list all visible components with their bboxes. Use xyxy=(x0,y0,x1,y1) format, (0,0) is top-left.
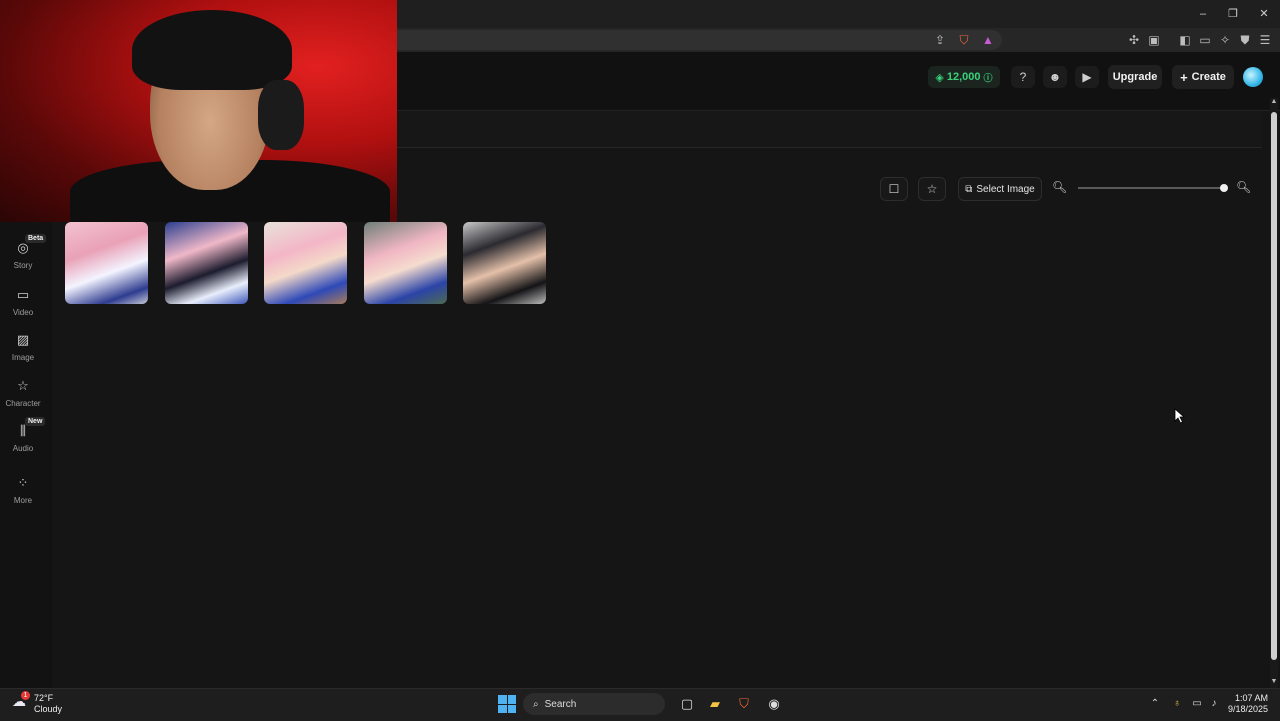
gallery-thumbnail[interactable] xyxy=(264,222,347,304)
restore-icon[interactable]: ❐ xyxy=(1224,6,1242,22)
windows-start-icon[interactable] xyxy=(498,695,516,713)
sidebar-item-image[interactable]: ▨ Image xyxy=(0,332,46,362)
gallery-thumbnail[interactable] xyxy=(463,222,546,304)
avatar[interactable] xyxy=(1243,67,1263,87)
sidebar-toggle-icon[interactable]: ◧ xyxy=(1177,32,1193,48)
help-icon[interactable]: ? xyxy=(1011,66,1035,88)
weather-alert-badge: 1 xyxy=(21,691,30,700)
gallery-thumbnail[interactable] xyxy=(165,222,248,304)
credits-badge[interactable]: ◈ 12,000 ⓘ xyxy=(928,66,1000,88)
sidebar-item-character[interactable]: ☆ Character xyxy=(0,378,46,408)
close-icon[interactable]: ✕ xyxy=(1255,6,1273,22)
character-icon: ☆ xyxy=(17,378,29,393)
image-icon: ▨ xyxy=(16,332,30,347)
sidebar-item-label: Image xyxy=(11,353,35,362)
obs-icon[interactable]: ◉ xyxy=(765,695,783,713)
search-icon: ⌕ xyxy=(533,698,539,710)
scroll-down-icon[interactable]: ▼ xyxy=(1270,678,1278,688)
favorites-star-icon[interactable]: ☆ xyxy=(918,177,946,201)
weather-temperature: 72°F xyxy=(34,693,54,703)
new-badge: New xyxy=(25,417,46,426)
tutorial-video-icon[interactable]: ▶ xyxy=(1075,66,1099,88)
brave-shield-icon[interactable]: ⛉ xyxy=(956,32,972,48)
vpn-icon[interactable]: ⛊ xyxy=(1237,32,1253,48)
sidebar-item-video[interactable]: ▭ Video xyxy=(0,287,46,317)
sidebar-item-audio[interactable]: ⫼ Audio xyxy=(0,423,46,453)
leo-ai-icon[interactable]: ✧ xyxy=(1217,32,1233,48)
wallet-icon[interactable]: ▭ xyxy=(1197,32,1213,48)
video-icon: ▭ xyxy=(16,287,30,302)
select-image-icon: ⧉ xyxy=(965,183,973,195)
headset-icon xyxy=(258,80,304,150)
create-button[interactable]: + Create xyxy=(1172,65,1234,89)
sidebar-item-label: Video xyxy=(12,308,34,317)
network-icon[interactable]: ▭ xyxy=(1190,697,1204,711)
weather-condition: Cloudy xyxy=(34,704,63,714)
zoom-slider[interactable] xyxy=(1078,187,1226,189)
plus-icon: + xyxy=(1180,69,1188,85)
gallery-thumbnail[interactable] xyxy=(364,222,447,304)
sidebar: ◎ Story Beta ▭ Video ▨ Image ☆ Character… xyxy=(0,222,52,688)
gem-icon: ◈ xyxy=(935,71,944,84)
zoom-in-icon[interactable]: 🔍︎ xyxy=(1236,180,1251,194)
beta-badge: Beta xyxy=(25,234,47,243)
tab-search-icon[interactable]: ▣ xyxy=(1146,32,1162,48)
clock-time[interactable]: 1:07 AM xyxy=(1230,693,1268,703)
webcam-overlay xyxy=(0,0,397,222)
scrollbar-thumb[interactable] xyxy=(1271,112,1277,660)
info-icon: ⓘ xyxy=(983,72,993,83)
chevron-up-icon[interactable]: ⌃ xyxy=(1148,697,1162,711)
sidebar-item-story[interactable]: ◎ Story xyxy=(0,240,46,270)
file-explorer-icon[interactable]: ▰ xyxy=(706,695,724,713)
microphone-icon[interactable]: ♁ xyxy=(1170,697,1184,711)
sidebar-item-more[interactable]: ⁘ More xyxy=(0,475,46,505)
taskbar-search[interactable]: ⌕ Search xyxy=(523,693,665,715)
share-icon[interactable]: ⇪ xyxy=(932,32,948,48)
sidebar-item-label: Audio xyxy=(12,444,34,453)
mouse-cursor-icon xyxy=(1174,408,1186,424)
clock-date[interactable]: 9/18/2025 xyxy=(1222,704,1268,714)
sidebar-item-label: More xyxy=(13,496,33,505)
create-label: Create xyxy=(1191,71,1226,83)
menu-icon[interactable]: ☰ xyxy=(1257,32,1273,48)
sidebar-item-label: Character xyxy=(5,399,41,408)
gallery-thumbnail[interactable] xyxy=(65,222,148,304)
brave-browser-icon[interactable]: ⛉ xyxy=(735,695,753,713)
upgrade-button[interactable]: Upgrade xyxy=(1108,65,1162,89)
discord-icon[interactable]: ☻ xyxy=(1043,66,1067,88)
minimize-icon[interactable]: – xyxy=(1194,6,1212,22)
select-all-checkbox[interactable]: ☐ xyxy=(880,177,908,201)
search-label: Search xyxy=(544,698,577,710)
brave-rewards-icon[interactable]: ▲ xyxy=(980,32,996,48)
zoom-slider-handle[interactable] xyxy=(1220,184,1228,192)
more-icon: ⁘ xyxy=(17,475,29,490)
webcam-person-hair xyxy=(132,10,292,90)
credits-value: 12,000 xyxy=(946,71,981,83)
url-field[interactable] xyxy=(380,30,1002,50)
scroll-up-icon[interactable]: ▲ xyxy=(1270,98,1278,108)
task-view-icon[interactable]: ▢ xyxy=(678,695,696,713)
extensions-icon[interactable]: ✣ xyxy=(1126,32,1142,48)
select-image-button[interactable]: ⧉ Select Image xyxy=(958,177,1042,201)
zoom-out-icon[interactable]: 🔍︎ xyxy=(1052,180,1067,194)
volume-icon[interactable]: ♪ xyxy=(1207,697,1221,711)
sidebar-item-label: Story xyxy=(13,261,33,270)
select-image-label: Select Image xyxy=(976,183,1035,195)
